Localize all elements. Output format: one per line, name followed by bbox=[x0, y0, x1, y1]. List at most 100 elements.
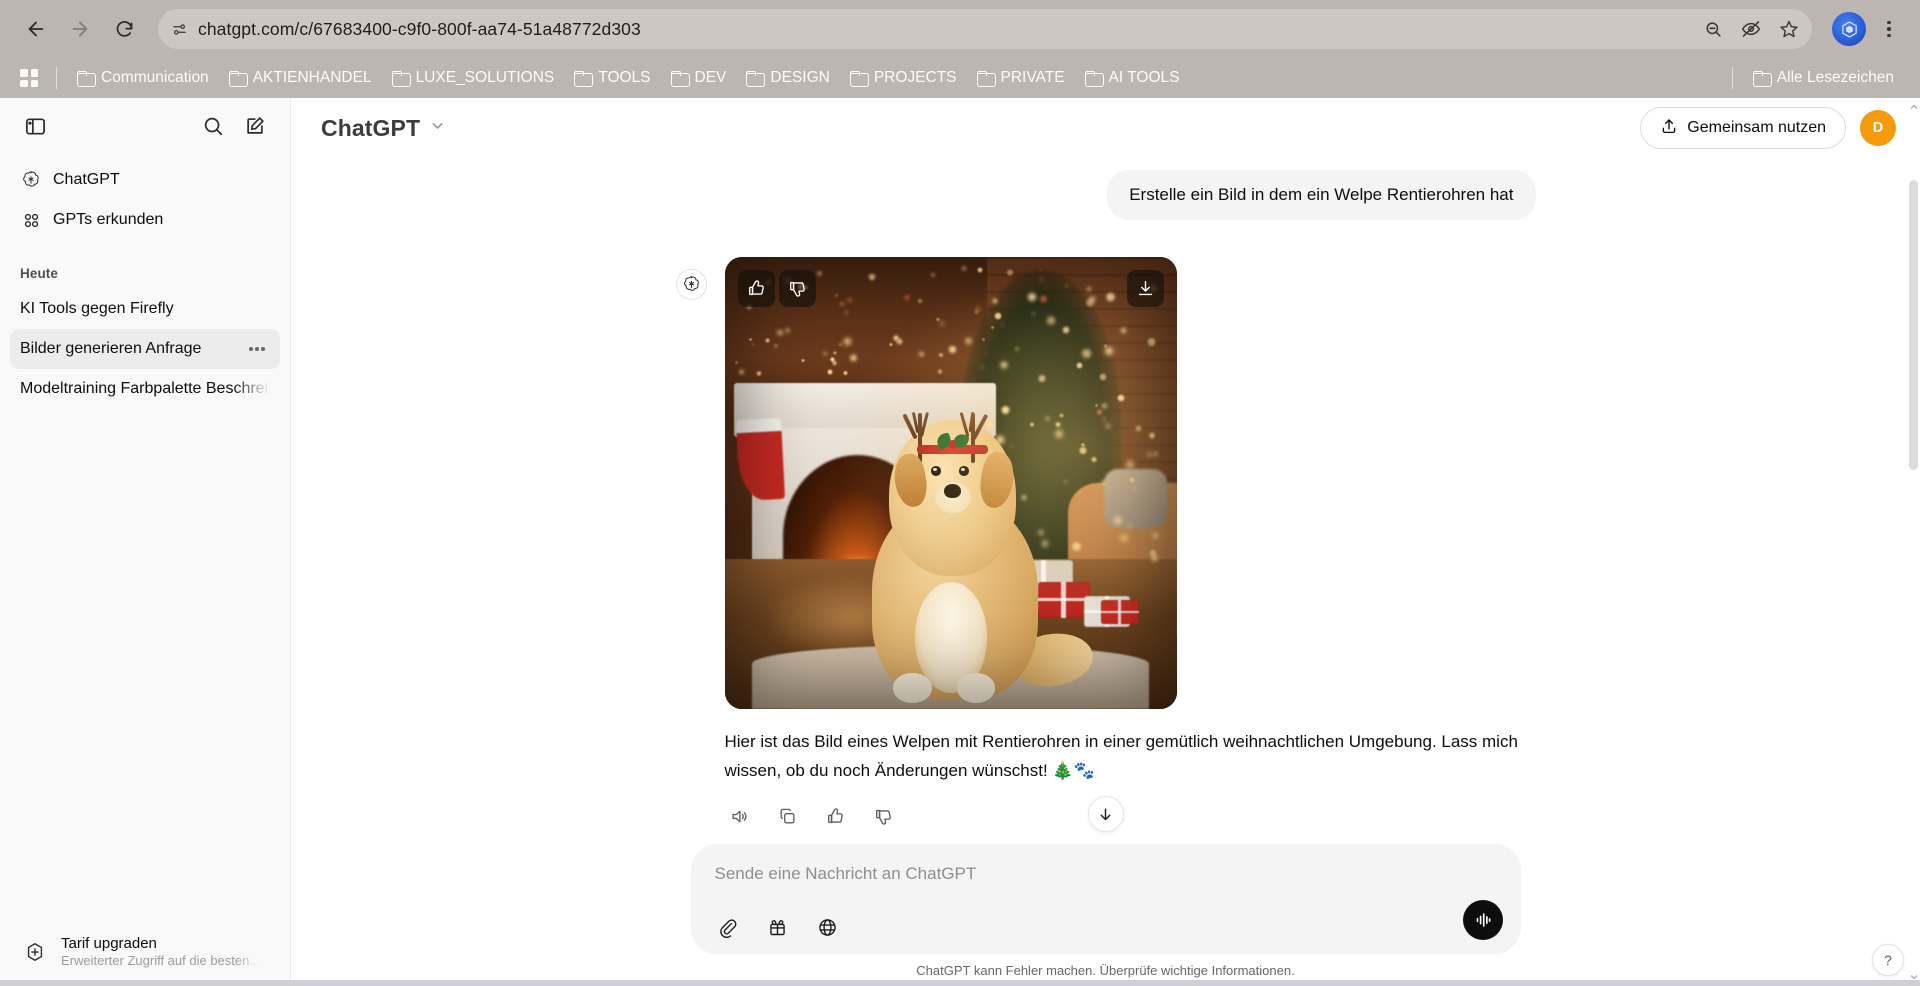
composer-area: Sende eine Nachricht an ChatGPT ChatGPT … bbox=[291, 844, 1920, 986]
conversation-scroll-area[interactable]: Erstelle ein Bild in dem ein Welpe Renti… bbox=[291, 158, 1920, 844]
assistant-message-text: Hier ist das Bild eines Welpen mit Renti… bbox=[724, 731, 1518, 780]
bookmark-aktienhandel[interactable]: AKTIENHANDEL bbox=[221, 65, 380, 91]
tracking-protection-icon[interactable] bbox=[1734, 12, 1768, 46]
browser-profile-button[interactable] bbox=[1832, 12, 1866, 46]
attach-file-button[interactable] bbox=[713, 912, 743, 942]
dislike-button[interactable] bbox=[869, 802, 899, 832]
sidebar-item-chatgpt[interactable]: ChatGPT bbox=[10, 160, 280, 200]
sidebar-item-explore-gpts[interactable]: GPTs erkunden bbox=[10, 200, 280, 240]
read-aloud-button[interactable] bbox=[725, 802, 755, 832]
copy-button[interactable] bbox=[773, 802, 803, 832]
all-bookmarks-label: Alle Lesezeichen bbox=[1776, 69, 1894, 86]
user-message-bubble: Erstelle ein Bild in dem ein Welpe Renti… bbox=[1107, 170, 1536, 220]
all-bookmarks-button[interactable]: Alle Lesezeichen bbox=[1745, 65, 1902, 91]
image-download-controls bbox=[1126, 269, 1164, 307]
zoom-icon[interactable] bbox=[1696, 12, 1730, 46]
bookmark-tools[interactable]: TOOLS bbox=[566, 65, 658, 91]
tools-button[interactable] bbox=[763, 912, 793, 942]
sidebar-item-label: ChatGPT bbox=[53, 171, 120, 188]
search-web-button[interactable] bbox=[813, 912, 843, 942]
sidebar-chat-list: KI Tools gegen Firefly Bilder generieren… bbox=[0, 289, 290, 409]
scroll-to-bottom-button[interactable] bbox=[1087, 796, 1124, 832]
bookmark-label: AKTIENHANDEL bbox=[252, 69, 372, 86]
forward-button[interactable] bbox=[58, 7, 102, 51]
sidebar-top-actions bbox=[194, 107, 274, 145]
sidebar-section-heute: Heute bbox=[20, 266, 59, 281]
bookmark-star-icon[interactable] bbox=[1772, 12, 1806, 46]
voice-mode-button[interactable] bbox=[1462, 900, 1503, 940]
folder-icon bbox=[976, 71, 996, 87]
back-button[interactable] bbox=[14, 7, 58, 51]
puppy-figure bbox=[847, 374, 1097, 703]
sidebar-chat-ki-tools-gegen-firefly[interactable]: KI Tools gegen Firefly bbox=[10, 289, 280, 329]
browser-toolbar: chatgpt.com/c/67683400-c9f0-800f-aa74-51… bbox=[0, 0, 1920, 58]
message-action-bar bbox=[725, 802, 1536, 832]
bookmark-communication[interactable]: Communication bbox=[69, 65, 217, 91]
scrollbar-arrow-up-icon[interactable] bbox=[1908, 100, 1919, 114]
folder-icon bbox=[670, 71, 690, 87]
site-info-icon[interactable] bbox=[164, 14, 194, 44]
bookmark-ai-tools[interactable]: AI TOOLS bbox=[1077, 65, 1188, 91]
image-like-button[interactable] bbox=[737, 269, 775, 307]
page-scrollbar[interactable] bbox=[1907, 98, 1920, 986]
share-button[interactable]: Gemeinsam nutzen bbox=[1640, 107, 1846, 149]
upgrade-plan-button[interactable]: Tarif upgraden Erweiterter Zugriff auf d… bbox=[10, 927, 280, 976]
sidebar-item-label: GPTs erkunden bbox=[53, 211, 164, 228]
bookmark-label: DESIGN bbox=[770, 69, 830, 86]
share-button-label: Gemeinsam nutzen bbox=[1687, 119, 1826, 136]
share-upload-icon bbox=[1660, 117, 1678, 140]
scrollbar-thumb[interactable] bbox=[1909, 180, 1918, 470]
chat-title: KI Tools gegen Firefly bbox=[20, 300, 174, 317]
taskbar-sliver bbox=[0, 980, 1920, 986]
chevron-down-icon bbox=[429, 117, 446, 139]
sidebar-nav: ChatGPT GPTs erkunden bbox=[0, 154, 290, 240]
chat-header: ChatGPT Gemeinsam nutzen D bbox=[291, 98, 1920, 158]
image-dislike-button[interactable] bbox=[778, 269, 816, 307]
chat-title: Modeltraining Farbpalette Beschreibung bbox=[20, 380, 270, 397]
generated-image[interactable] bbox=[724, 256, 1177, 709]
bookmark-label: LUXE_SOLUTIONS bbox=[415, 69, 555, 86]
image-feedback-controls bbox=[737, 269, 816, 307]
upgrade-title: Tarif upgraden bbox=[61, 935, 157, 952]
openai-icon bbox=[20, 169, 42, 191]
browser-menu-button[interactable] bbox=[1872, 9, 1906, 49]
bookmarks-separator bbox=[56, 67, 57, 89]
image-download-button[interactable] bbox=[1126, 269, 1164, 307]
holly-decoration bbox=[935, 431, 970, 450]
model-switcher-button[interactable]: ChatGPT bbox=[311, 109, 458, 148]
header-actions: Gemeinsam nutzen D bbox=[1640, 107, 1896, 149]
bookmark-luxe-solutions[interactable]: LUXE_SOLUTIONS bbox=[384, 65, 563, 91]
help-button[interactable]: ? bbox=[1872, 944, 1904, 976]
folder-icon bbox=[391, 71, 411, 87]
conversation-inner: Erstelle ein Bild in dem ein Welpe Renti… bbox=[675, 158, 1536, 832]
bookmark-projects[interactable]: PROJECTS bbox=[842, 65, 965, 91]
bookmark-design[interactable]: DESIGN bbox=[738, 65, 837, 91]
user-avatar[interactable]: D bbox=[1860, 110, 1896, 146]
sidebar-toggle-button[interactable] bbox=[16, 107, 54, 145]
image-scene bbox=[724, 256, 1177, 709]
chat-options-icon[interactable] bbox=[244, 336, 270, 362]
bookmark-label: PROJECTS bbox=[873, 69, 957, 86]
sidebar-chat-bilder-generieren-anfrage[interactable]: Bilder generieren Anfrage bbox=[10, 329, 280, 369]
bookmarks-bar: Communication AKTIENHANDEL LUXE_SOLUTION… bbox=[0, 58, 1920, 98]
sidebar: ChatGPT GPTs erkunden Heute KI Tools geg… bbox=[0, 98, 291, 986]
folder-icon bbox=[746, 71, 766, 87]
message-composer[interactable]: Sende eine Nachricht an ChatGPT bbox=[690, 844, 1521, 954]
page-content: ChatGPT GPTs erkunden Heute KI Tools geg… bbox=[0, 98, 1920, 986]
message-input[interactable]: Sende eine Nachricht an ChatGPT bbox=[713, 864, 1499, 884]
new-chat-button[interactable] bbox=[236, 107, 274, 145]
folder-icon bbox=[1752, 71, 1772, 87]
reload-button[interactable] bbox=[102, 7, 146, 51]
sidebar-chat-modeltraining-farbpalette[interactable]: Modeltraining Farbpalette Beschreibung bbox=[10, 369, 280, 409]
apps-grid-icon[interactable] bbox=[14, 63, 44, 93]
like-button[interactable] bbox=[821, 802, 851, 832]
assistant-message-row: Hier ist das Bild eines Welpen mit Renti… bbox=[675, 256, 1536, 832]
sidebar-bottom: Tarif upgraden Erweiterter Zugriff auf d… bbox=[0, 917, 290, 986]
search-chats-button[interactable] bbox=[194, 107, 232, 145]
bookmark-private[interactable]: PRIVATE bbox=[969, 65, 1073, 91]
bookmark-label: Communication bbox=[101, 69, 209, 86]
address-bar[interactable]: chatgpt.com/c/67683400-c9f0-800f-aa74-51… bbox=[158, 9, 1812, 49]
upgrade-text: Tarif upgraden Erweiterter Zugriff auf d… bbox=[61, 935, 260, 968]
folder-icon bbox=[228, 71, 248, 87]
bookmark-dev[interactable]: DEV bbox=[663, 65, 735, 91]
